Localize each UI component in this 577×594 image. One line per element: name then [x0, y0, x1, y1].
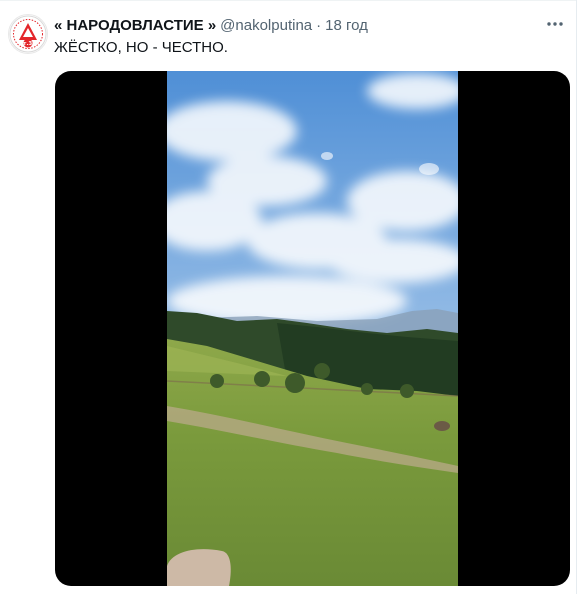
tweet-text: ЖЁСТКО, НО - ЧЕСТНО. — [54, 39, 228, 56]
more-button[interactable] — [545, 14, 565, 34]
logo-badge-icon: ст.35 — [9, 15, 47, 53]
user-handle[interactable]: @nakolputina — [220, 16, 312, 36]
tweet[interactable]: ст.35 « НАРОДОВЛАСТИЕ » @nakolputina · 1… — [0, 0, 577, 594]
video-frame — [167, 71, 458, 586]
timestamp[interactable]: 18 год — [325, 16, 368, 36]
avatar[interactable]: ст.35 — [8, 14, 48, 54]
separator-dot: · — [316, 17, 322, 34]
video-player[interactable] — [55, 71, 570, 586]
avatar-badge-text: ст.35 — [20, 41, 36, 47]
more-horizontal-icon — [547, 22, 563, 26]
display-name[interactable]: « НАРОДОВЛАСТИЕ » — [54, 16, 216, 36]
tweet-header: « НАРОДОВЛАСТИЕ » @nakolputina · 18 год — [54, 16, 368, 36]
divider — [0, 0, 577, 1]
